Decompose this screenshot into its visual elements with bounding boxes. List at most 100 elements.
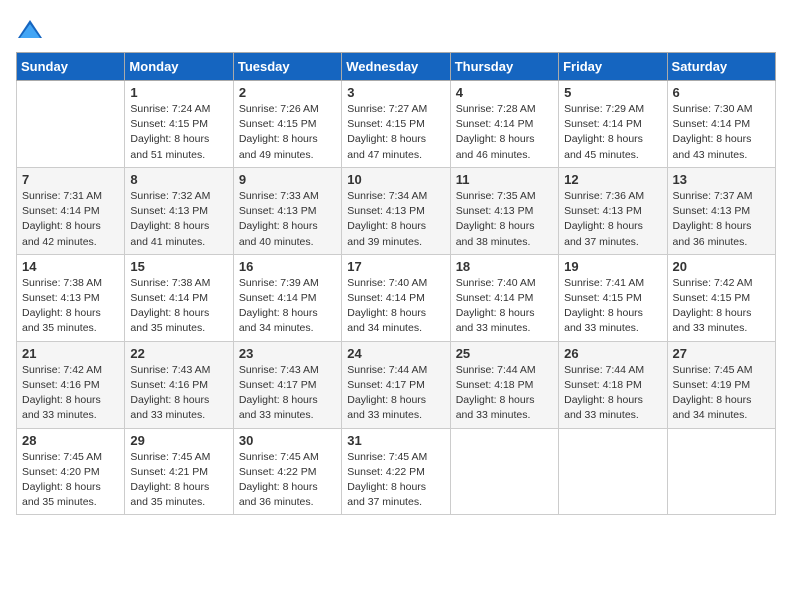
calendar-cell: 20 Sunrise: 7:42 AM Sunset: 4:15 PM Dayl… (667, 254, 775, 341)
calendar-cell: 6 Sunrise: 7:30 AM Sunset: 4:14 PM Dayli… (667, 81, 775, 168)
day-number: 13 (673, 172, 770, 187)
day-number: 12 (564, 172, 661, 187)
day-info: Sunrise: 7:38 AM Sunset: 4:14 PM Dayligh… (130, 276, 227, 337)
day-number: 18 (456, 259, 553, 274)
day-number: 16 (239, 259, 336, 274)
calendar-cell: 10 Sunrise: 7:34 AM Sunset: 4:13 PM Dayl… (342, 167, 450, 254)
day-number: 30 (239, 433, 336, 448)
calendar-cell: 1 Sunrise: 7:24 AM Sunset: 4:15 PM Dayli… (125, 81, 233, 168)
calendar-cell (17, 81, 125, 168)
day-info: Sunrise: 7:34 AM Sunset: 4:13 PM Dayligh… (347, 189, 444, 250)
calendar-cell: 21 Sunrise: 7:42 AM Sunset: 4:16 PM Dayl… (17, 341, 125, 428)
calendar-cell: 24 Sunrise: 7:44 AM Sunset: 4:17 PM Dayl… (342, 341, 450, 428)
day-info: Sunrise: 7:30 AM Sunset: 4:14 PM Dayligh… (673, 102, 770, 163)
day-info: Sunrise: 7:35 AM Sunset: 4:13 PM Dayligh… (456, 189, 553, 250)
day-number: 2 (239, 85, 336, 100)
day-info: Sunrise: 7:29 AM Sunset: 4:14 PM Dayligh… (564, 102, 661, 163)
day-number: 15 (130, 259, 227, 274)
day-info: Sunrise: 7:43 AM Sunset: 4:17 PM Dayligh… (239, 363, 336, 424)
day-info: Sunrise: 7:45 AM Sunset: 4:22 PM Dayligh… (239, 450, 336, 511)
calendar-table: SundayMondayTuesdayWednesdayThursdayFrid… (16, 52, 776, 515)
calendar-cell: 13 Sunrise: 7:37 AM Sunset: 4:13 PM Dayl… (667, 167, 775, 254)
day-number: 29 (130, 433, 227, 448)
day-info: Sunrise: 7:24 AM Sunset: 4:15 PM Dayligh… (130, 102, 227, 163)
day-info: Sunrise: 7:27 AM Sunset: 4:15 PM Dayligh… (347, 102, 444, 163)
day-number: 19 (564, 259, 661, 274)
day-info: Sunrise: 7:44 AM Sunset: 4:18 PM Dayligh… (456, 363, 553, 424)
day-info: Sunrise: 7:42 AM Sunset: 4:15 PM Dayligh… (673, 276, 770, 337)
day-info: Sunrise: 7:42 AM Sunset: 4:16 PM Dayligh… (22, 363, 119, 424)
day-number: 8 (130, 172, 227, 187)
weekday-header: Tuesday (233, 53, 341, 81)
calendar-cell: 18 Sunrise: 7:40 AM Sunset: 4:14 PM Dayl… (450, 254, 558, 341)
day-number: 25 (456, 346, 553, 361)
day-info: Sunrise: 7:40 AM Sunset: 4:14 PM Dayligh… (347, 276, 444, 337)
calendar-cell: 26 Sunrise: 7:44 AM Sunset: 4:18 PM Dayl… (559, 341, 667, 428)
day-info: Sunrise: 7:44 AM Sunset: 4:17 PM Dayligh… (347, 363, 444, 424)
calendar-cell: 15 Sunrise: 7:38 AM Sunset: 4:14 PM Dayl… (125, 254, 233, 341)
day-number: 27 (673, 346, 770, 361)
day-number: 9 (239, 172, 336, 187)
calendar-cell: 4 Sunrise: 7:28 AM Sunset: 4:14 PM Dayli… (450, 81, 558, 168)
calendar-cell (667, 428, 775, 515)
calendar-cell: 28 Sunrise: 7:45 AM Sunset: 4:20 PM Dayl… (17, 428, 125, 515)
day-info: Sunrise: 7:39 AM Sunset: 4:14 PM Dayligh… (239, 276, 336, 337)
day-number: 14 (22, 259, 119, 274)
calendar-cell: 9 Sunrise: 7:33 AM Sunset: 4:13 PM Dayli… (233, 167, 341, 254)
day-number: 1 (130, 85, 227, 100)
day-number: 6 (673, 85, 770, 100)
day-info: Sunrise: 7:45 AM Sunset: 4:21 PM Dayligh… (130, 450, 227, 511)
day-info: Sunrise: 7:40 AM Sunset: 4:14 PM Dayligh… (456, 276, 553, 337)
day-info: Sunrise: 7:31 AM Sunset: 4:14 PM Dayligh… (22, 189, 119, 250)
weekday-header: Monday (125, 53, 233, 81)
calendar-cell: 5 Sunrise: 7:29 AM Sunset: 4:14 PM Dayli… (559, 81, 667, 168)
day-info: Sunrise: 7:33 AM Sunset: 4:13 PM Dayligh… (239, 189, 336, 250)
calendar-cell (559, 428, 667, 515)
weekday-header: Wednesday (342, 53, 450, 81)
calendar-cell: 29 Sunrise: 7:45 AM Sunset: 4:21 PM Dayl… (125, 428, 233, 515)
logo-icon (16, 16, 44, 44)
calendar-cell: 12 Sunrise: 7:36 AM Sunset: 4:13 PM Dayl… (559, 167, 667, 254)
day-info: Sunrise: 7:44 AM Sunset: 4:18 PM Dayligh… (564, 363, 661, 424)
calendar-cell: 30 Sunrise: 7:45 AM Sunset: 4:22 PM Dayl… (233, 428, 341, 515)
day-number: 11 (456, 172, 553, 187)
day-info: Sunrise: 7:38 AM Sunset: 4:13 PM Dayligh… (22, 276, 119, 337)
weekday-header: Saturday (667, 53, 775, 81)
day-info: Sunrise: 7:45 AM Sunset: 4:19 PM Dayligh… (673, 363, 770, 424)
day-number: 21 (22, 346, 119, 361)
day-number: 26 (564, 346, 661, 361)
day-number: 31 (347, 433, 444, 448)
day-number: 28 (22, 433, 119, 448)
calendar-cell: 22 Sunrise: 7:43 AM Sunset: 4:16 PM Dayl… (125, 341, 233, 428)
calendar-cell: 3 Sunrise: 7:27 AM Sunset: 4:15 PM Dayli… (342, 81, 450, 168)
calendar-cell: 31 Sunrise: 7:45 AM Sunset: 4:22 PM Dayl… (342, 428, 450, 515)
day-number: 22 (130, 346, 227, 361)
weekday-header: Friday (559, 53, 667, 81)
day-number: 10 (347, 172, 444, 187)
calendar-header: SundayMondayTuesdayWednesdayThursdayFrid… (17, 53, 776, 81)
day-number: 4 (456, 85, 553, 100)
calendar-cell: 25 Sunrise: 7:44 AM Sunset: 4:18 PM Dayl… (450, 341, 558, 428)
day-number: 20 (673, 259, 770, 274)
day-info: Sunrise: 7:41 AM Sunset: 4:15 PM Dayligh… (564, 276, 661, 337)
day-info: Sunrise: 7:28 AM Sunset: 4:14 PM Dayligh… (456, 102, 553, 163)
day-info: Sunrise: 7:32 AM Sunset: 4:13 PM Dayligh… (130, 189, 227, 250)
calendar-cell: 17 Sunrise: 7:40 AM Sunset: 4:14 PM Dayl… (342, 254, 450, 341)
calendar-cell: 27 Sunrise: 7:45 AM Sunset: 4:19 PM Dayl… (667, 341, 775, 428)
calendar-cell: 8 Sunrise: 7:32 AM Sunset: 4:13 PM Dayli… (125, 167, 233, 254)
day-info: Sunrise: 7:43 AM Sunset: 4:16 PM Dayligh… (130, 363, 227, 424)
day-info: Sunrise: 7:36 AM Sunset: 4:13 PM Dayligh… (564, 189, 661, 250)
day-number: 23 (239, 346, 336, 361)
weekday-header: Sunday (17, 53, 125, 81)
day-number: 17 (347, 259, 444, 274)
calendar-cell: 19 Sunrise: 7:41 AM Sunset: 4:15 PM Dayl… (559, 254, 667, 341)
calendar-cell: 2 Sunrise: 7:26 AM Sunset: 4:15 PM Dayli… (233, 81, 341, 168)
day-number: 5 (564, 85, 661, 100)
calendar-cell: 14 Sunrise: 7:38 AM Sunset: 4:13 PM Dayl… (17, 254, 125, 341)
weekday-header: Thursday (450, 53, 558, 81)
calendar-cell (450, 428, 558, 515)
day-info: Sunrise: 7:45 AM Sunset: 4:20 PM Dayligh… (22, 450, 119, 511)
page-header (16, 16, 776, 44)
day-info: Sunrise: 7:26 AM Sunset: 4:15 PM Dayligh… (239, 102, 336, 163)
day-info: Sunrise: 7:45 AM Sunset: 4:22 PM Dayligh… (347, 450, 444, 511)
